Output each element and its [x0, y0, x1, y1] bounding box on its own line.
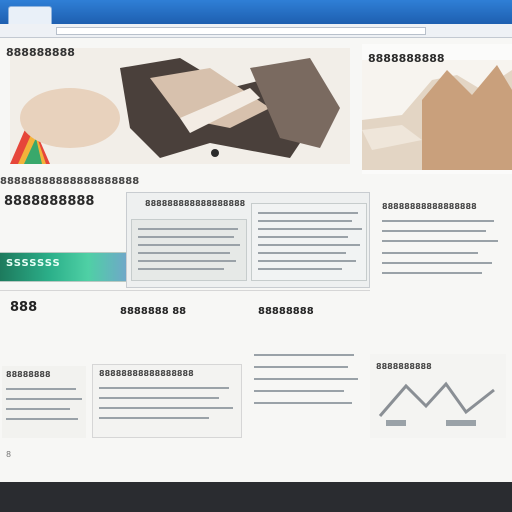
- hero-illustration: [10, 48, 350, 164]
- lower-block-middle: 88888888888888888: [92, 364, 242, 438]
- lower-block-mid-right: [252, 346, 362, 438]
- stat-middle[interactable]: 8888888 88: [120, 306, 250, 320]
- content-panel-right-col: [251, 203, 367, 281]
- right-column-title[interactable]: 88888888888888888: [382, 202, 502, 212]
- promo-banner-label: SSSSSSS: [6, 258, 61, 269]
- side-card-image: [362, 60, 512, 170]
- lower-block-left: 88888888: [2, 366, 86, 438]
- taskbar: [0, 482, 512, 512]
- right-column: 88888888888888888: [376, 196, 506, 288]
- lower-right-illustration: [378, 381, 495, 426]
- footer-marker: 8: [6, 450, 12, 459]
- section-title: 88888888888888888888: [0, 176, 140, 187]
- site-brand[interactable]: 888888888: [6, 46, 116, 60]
- lower-right-title[interactable]: 8888888888: [376, 362, 500, 372]
- stat-middle-suffix: 88: [172, 306, 187, 317]
- section-subhead[interactable]: 8888888888: [4, 194, 114, 212]
- stat-middle-value: 8888888: [120, 306, 169, 317]
- section-divider: [0, 290, 370, 291]
- address-bar[interactable]: [56, 27, 426, 35]
- side-card-title[interactable]: 8888888888: [368, 52, 488, 66]
- stat-left: 888: [10, 300, 38, 315]
- browser-titlebar: [0, 0, 512, 24]
- content-panel: 888888888888888888: [126, 192, 370, 288]
- browser-tab[interactable]: [8, 6, 52, 24]
- lower-mid-title[interactable]: 88888888888888888: [99, 369, 237, 379]
- lower-block-right: 8888888888: [370, 354, 506, 438]
- stat-right: 88888888: [258, 306, 314, 317]
- content-panel-left-col: [131, 219, 247, 281]
- lower-left-title[interactable]: 88888888: [6, 370, 84, 380]
